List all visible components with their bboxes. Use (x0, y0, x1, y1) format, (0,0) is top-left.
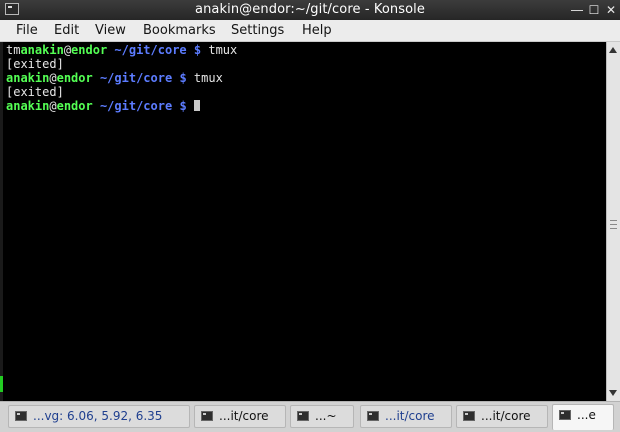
scroll-grip-icon[interactable] (610, 220, 617, 229)
session-tab-2[interactable]: ...it/core (194, 405, 286, 428)
text-cursor (193, 100, 200, 111)
maximize-icon[interactable]: ☐ (587, 2, 601, 18)
tab-label: ...~ (315, 409, 337, 423)
prompt-host: endor (56, 99, 93, 113)
menu-bar: File Edit View Bookmarks Settings Help (0, 20, 620, 42)
prompt-host: endor (71, 43, 108, 57)
terminal-icon (15, 411, 27, 421)
tab-label: ...vg: 6.06, 5.92, 6.35 (33, 409, 163, 423)
prompt-cwd: ~/git/core (99, 99, 173, 113)
menu-bookmarks[interactable]: Bookmarks (143, 23, 216, 38)
session-tab-6-active[interactable]: ...e (552, 404, 614, 430)
tab-label: ...e (577, 408, 596, 422)
command-text: tmux (193, 71, 223, 85)
menu-settings[interactable]: Settings (231, 23, 284, 38)
menu-file[interactable]: File (16, 23, 38, 38)
activity-indicator (0, 376, 3, 392)
prompt-symbol: $ (179, 71, 187, 85)
terminal-line-3: anakin@endor ~/git/core $ tmux (6, 71, 223, 85)
session-tab-5[interactable]: ...it/core (456, 405, 548, 428)
window-titlebar[interactable]: anakin@endor:~/git/core - Konsole ― ☐ ✕ (0, 0, 620, 20)
terminal-line-1: tmanakin@endor ~/git/core $ tmux (6, 43, 237, 57)
minimize-icon[interactable]: ― (570, 2, 584, 18)
window-title: anakin@endor:~/git/core - Konsole (195, 2, 425, 17)
terminal-icon (463, 411, 475, 421)
terminal-area[interactable]: tmanakin@endor ~/git/core $ tmux [exited… (3, 42, 606, 401)
prompt-at: @ (49, 71, 57, 85)
terminal-line-2: [exited] (6, 57, 64, 71)
terminal-line-4: [exited] (6, 85, 64, 99)
prompt-symbol: $ (179, 99, 187, 113)
terminal-line-5: anakin@endor ~/git/core $ (6, 99, 200, 113)
prompt-cwd: ~/git/core (99, 71, 173, 85)
prompt-at: @ (49, 99, 57, 113)
scroll-up-icon[interactable] (609, 47, 617, 53)
session-tab-1[interactable]: ...vg: 6.06, 5.92, 6.35 (8, 405, 190, 428)
close-icon[interactable]: ✕ (604, 2, 618, 18)
session-tab-4[interactable]: ...it/core (360, 405, 452, 428)
line1-prefix: tm (6, 43, 21, 57)
command-text: tmux (208, 43, 238, 57)
tab-label: ...it/core (219, 409, 269, 423)
menu-edit[interactable]: Edit (54, 23, 79, 38)
prompt-user: anakin (6, 99, 50, 113)
prompt-host: endor (56, 71, 93, 85)
terminal-icon (297, 411, 309, 421)
terminal-icon (559, 410, 571, 420)
session-tab-bar: ...vg: 6.06, 5.92, 6.35 ...it/core ...~ … (0, 401, 620, 432)
tab-label: ...it/core (385, 409, 435, 423)
terminal-icon (367, 411, 379, 421)
prompt-symbol: $ (193, 43, 202, 57)
session-tab-3[interactable]: ...~ (290, 405, 354, 428)
prompt-user: anakin (6, 71, 50, 85)
tab-label: ...it/core (481, 409, 531, 423)
prompt-user: anakin (20, 43, 64, 57)
terminal-icon (201, 411, 213, 421)
prompt-cwd: ~/git/core (114, 43, 187, 57)
menu-view[interactable]: View (95, 23, 126, 38)
vertical-scrollbar[interactable] (606, 42, 620, 401)
prompt-at: @ (63, 43, 72, 57)
menu-help[interactable]: Help (302, 23, 332, 38)
scroll-down-icon[interactable] (609, 390, 617, 396)
